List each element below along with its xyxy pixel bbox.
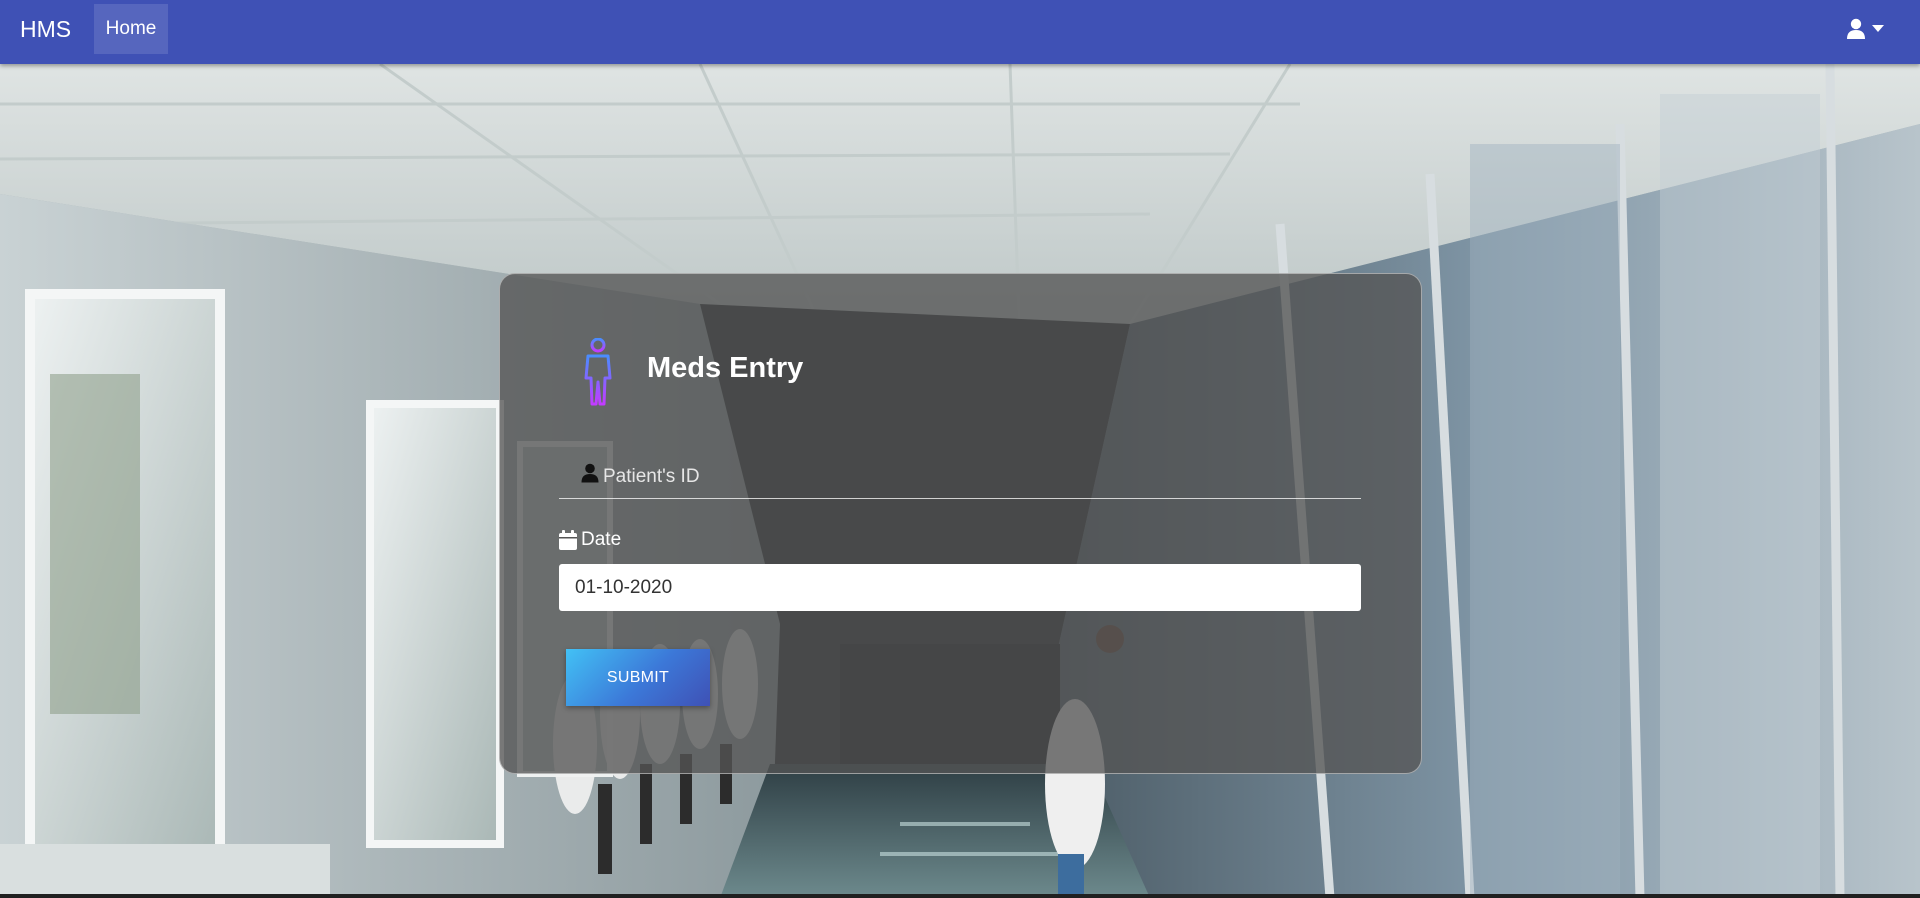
patient-id-field — [559, 457, 1361, 499]
patient-id-input[interactable] — [603, 457, 1343, 497]
brand-logo[interactable]: HMS — [20, 0, 71, 64]
top-navbar: HMS Home — [0, 0, 1920, 64]
date-input[interactable] — [559, 564, 1361, 611]
calendar-icon — [559, 530, 577, 550]
submit-button[interactable]: SUBMIT — [566, 649, 710, 706]
meds-entry-card: Meds Entry Date SUBMIT — [499, 273, 1422, 774]
form-title: Meds Entry — [647, 352, 804, 384]
date-label: Date — [581, 529, 622, 550]
user-icon — [581, 463, 599, 483]
user-icon — [1847, 18, 1865, 39]
nav-home-link[interactable]: Home — [94, 4, 168, 54]
human-body-icon — [584, 338, 612, 406]
bottom-edge — [0, 894, 1920, 898]
caret-down-icon — [1872, 25, 1884, 32]
user-menu-button[interactable] — [1842, 14, 1892, 44]
